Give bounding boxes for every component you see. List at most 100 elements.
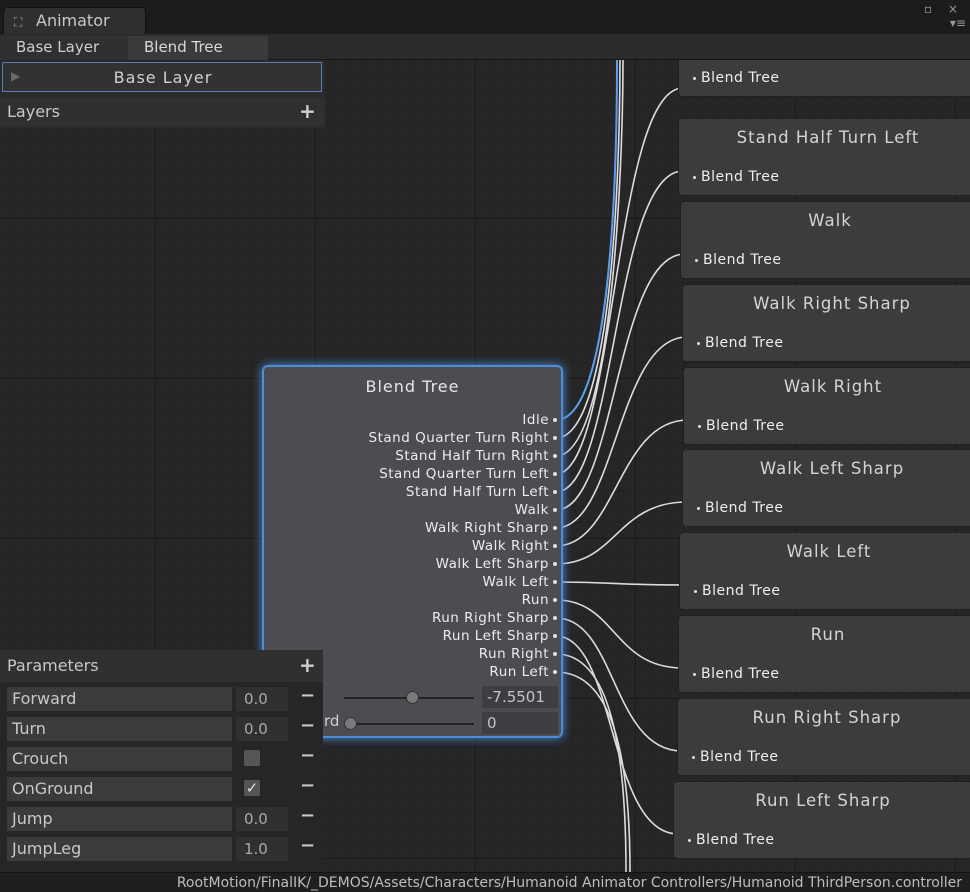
window-controls-icon[interactable]: ▫ × xyxy=(924,2,964,16)
state-node-input[interactable]: Blend Tree xyxy=(693,169,780,185)
remove-parameter-button[interactable]: − xyxy=(300,685,315,706)
parameter-row: Turn 0.0− xyxy=(0,715,323,743)
output-port-icon[interactable] xyxy=(553,508,557,512)
parameter-value-field[interactable]: 1.0 xyxy=(236,837,288,861)
state-node-input-label: Blend Tree xyxy=(705,335,784,351)
state-node-title: Stand Half Turn Left xyxy=(736,128,920,147)
output-port-icon[interactable] xyxy=(553,418,557,422)
blend-tree-child: Walk Right xyxy=(369,537,557,555)
output-port-icon[interactable] xyxy=(553,436,557,440)
parameter-name-field[interactable]: Forward xyxy=(7,687,232,711)
layers-panel: ▶ Base Layer Layers + xyxy=(0,60,325,128)
blend-tree-child-label: Idle xyxy=(522,412,549,428)
state-node[interactable]: Stand Half Turn Left Blend Tree xyxy=(678,118,970,196)
blend-param2-thumb[interactable] xyxy=(344,717,357,730)
transition-link xyxy=(555,253,686,511)
state-node-input[interactable]: Blend Tree xyxy=(688,832,775,848)
state-node-title: Walk Left xyxy=(786,542,872,561)
state-node[interactable]: Run Blend Tree xyxy=(678,615,970,693)
parameter-name-field[interactable]: Crouch xyxy=(7,747,232,771)
parameter-value-field[interactable]: 0.0 xyxy=(236,687,288,711)
parameter-name-field[interactable]: Turn xyxy=(7,717,232,741)
state-node[interactable]: Walk Right Blend Tree xyxy=(683,367,970,445)
output-port-icon[interactable] xyxy=(553,670,557,674)
blend-param2-value[interactable]: 0 xyxy=(482,712,558,734)
input-port-icon xyxy=(694,589,697,593)
parameter-name-field[interactable]: JumpLeg xyxy=(7,837,232,861)
state-node-input[interactable]: Blend Tree xyxy=(692,749,779,765)
animator-tab-label: Animator xyxy=(36,11,110,30)
state-node-input[interactable]: Blend Tree xyxy=(693,70,780,86)
output-port-icon[interactable] xyxy=(553,580,557,584)
add-parameter-button[interactable]: + xyxy=(299,653,316,677)
remove-parameter-button[interactable]: − xyxy=(300,715,315,736)
state-node-input-label: Blend Tree xyxy=(703,252,782,268)
window-tab-bar: ⛶ Animator ▫ × ▾≡ xyxy=(0,0,970,34)
output-port-icon[interactable] xyxy=(553,490,557,494)
state-node-title: Walk Right xyxy=(783,377,883,396)
remove-parameter-button[interactable]: − xyxy=(300,775,315,796)
state-node-input[interactable]: Blend Tree xyxy=(697,335,784,351)
state-node-input-label: Blend Tree xyxy=(705,500,784,516)
state-node[interactable]: Walk Left Sharp Blend Tree xyxy=(682,449,970,527)
blend-param1-thumb[interactable] xyxy=(406,691,419,704)
state-node[interactable]: Run Left Sharp Blend Tree xyxy=(673,781,970,859)
output-port-icon[interactable] xyxy=(553,472,557,476)
state-node-input[interactable]: Blend Tree xyxy=(698,418,785,434)
output-port-icon[interactable] xyxy=(553,454,557,458)
breadcrumb-blend-tree[interactable]: Blend Tree xyxy=(128,36,268,60)
input-port-icon xyxy=(692,755,695,759)
output-port-icon[interactable] xyxy=(553,526,557,530)
parameters-title: Parameters xyxy=(7,656,99,675)
state-node[interactable]: Walk Left Blend Tree xyxy=(679,532,970,610)
state-node[interactable]: Walk Blend Tree xyxy=(680,201,970,279)
base-layer-item[interactable]: ▶ Base Layer xyxy=(2,62,322,92)
state-node-input[interactable]: Blend Tree xyxy=(695,252,782,268)
output-port-icon[interactable] xyxy=(553,652,557,656)
output-port-icon[interactable] xyxy=(553,634,557,638)
blend-tree-child: Run Right Sharp xyxy=(369,609,557,627)
window-menu-icon[interactable]: ▾≡ xyxy=(950,16,966,30)
blend-tree-child: Stand Quarter Turn Right xyxy=(369,429,557,447)
output-port-icon[interactable] xyxy=(553,544,557,548)
blend-tree-title: Blend Tree xyxy=(365,377,460,396)
state-node-input[interactable]: Blend Tree xyxy=(694,583,781,599)
state-node-input[interactable]: Blend Tree xyxy=(697,500,784,516)
blend-param2-track[interactable] xyxy=(350,723,474,725)
state-node-input-label: Blend Tree xyxy=(700,749,779,765)
remove-parameter-button[interactable]: − xyxy=(300,805,315,826)
state-node-input[interactable]: Blend Tree xyxy=(693,666,780,682)
parameter-checkbox[interactable] xyxy=(244,750,260,766)
transition-link xyxy=(555,419,689,547)
parameter-row: JumpLeg 1.0− xyxy=(0,835,323,863)
parameter-name-field[interactable]: OnGround xyxy=(7,777,232,801)
remove-parameter-button[interactable]: − xyxy=(300,835,315,856)
blend-tree-child-label: Stand Quarter Turn Right xyxy=(368,430,549,446)
input-port-icon xyxy=(695,258,698,262)
parameters-panel: Parameters + Forward 0.0− Turn 0.0− Crouch − O… xyxy=(0,650,323,872)
parameter-value-field[interactable]: 0.0 xyxy=(236,807,288,831)
blend-tree-child-label: Walk Right xyxy=(471,538,549,554)
breadcrumb-base-layer[interactable]: Base Layer xyxy=(0,36,128,60)
state-node[interactable]: Walk Right Sharp Blend Tree xyxy=(682,284,970,362)
blend-tree-child-label: Run Left xyxy=(489,664,549,680)
state-node-input-label: Blend Tree xyxy=(706,418,785,434)
output-port-icon[interactable] xyxy=(553,616,557,620)
layers-title: Layers xyxy=(7,102,60,121)
parameters-header: Parameters + xyxy=(0,650,323,682)
output-port-icon[interactable] xyxy=(553,562,557,566)
parameter-checkbox[interactable]: ✓ xyxy=(244,780,260,796)
output-port-icon[interactable] xyxy=(553,598,557,602)
parameter-value-field[interactable]: 0.0 xyxy=(236,717,288,741)
blend-tree-child-label: Stand Half Turn Right xyxy=(395,448,549,464)
parameter-name-field[interactable]: Jump xyxy=(7,807,232,831)
blend-param1-value[interactable]: -7.5501 xyxy=(482,686,558,708)
state-node-title: Walk xyxy=(808,211,852,230)
remove-parameter-button[interactable]: − xyxy=(300,745,315,766)
transition-link xyxy=(555,87,684,475)
animator-tab[interactable]: ⛶ Animator xyxy=(3,7,146,34)
add-layer-button[interactable]: + xyxy=(299,99,316,123)
blend-tree-child: Walk Left Sharp xyxy=(369,555,557,573)
state-node[interactable]: Run Right Sharp Blend Tree xyxy=(677,698,970,776)
blend-tree-child-label: Walk Left Sharp xyxy=(435,556,549,572)
